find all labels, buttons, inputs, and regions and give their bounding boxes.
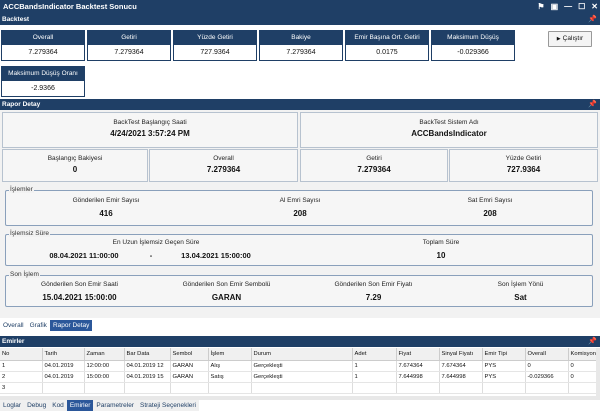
rapor-detay-header: Rapor Detay 📌 (0, 99, 600, 110)
orders-vertical-scrollbar[interactable] (596, 348, 600, 396)
tab-emirler[interactable]: Emirler (66, 400, 94, 411)
summary-overall: Overall 7.279364 (149, 149, 298, 182)
tab-strateji-secenekleri[interactable]: Strateji Seçenekleri (137, 400, 199, 411)
islemsiz-sure-group: İşlemsiz Süre En Uzun İşlemsiz Geçen Sür… (5, 230, 593, 266)
table-cell: 7.644998 (439, 371, 483, 383)
table-cell: 1 (352, 360, 397, 372)
column-header[interactable]: Fiyat (396, 348, 440, 361)
table-cell (208, 382, 252, 394)
table-cell (439, 382, 483, 394)
table-cell: Gerçekleşti (251, 360, 353, 372)
table-cell: 7.644998 (396, 371, 440, 383)
column-header[interactable]: Sembol (170, 348, 209, 361)
table-cell (170, 382, 209, 394)
report-tabs: Overall Grafik Rapor Detay (0, 320, 93, 331)
table-cell (396, 382, 440, 394)
backtest-header: Backtest 📌 (0, 14, 600, 25)
table-cell: GARAN (170, 360, 209, 372)
table-cell: 04.01.2019 15 (124, 371, 171, 383)
pin-icon[interactable]: 📌 (588, 336, 597, 347)
pin-icon[interactable]: 📌 (588, 14, 597, 25)
tab-kod[interactable]: Kod (49, 400, 67, 411)
table-cell: PYS (482, 371, 526, 383)
table-cell: 1 (352, 371, 397, 383)
table-cell: -0.029366 (525, 371, 569, 383)
run-button[interactable]: ▶ Çalıştır (548, 31, 592, 47)
table-row[interactable]: 1 04.01.2019 12:00:00 04.01.2019 12 GARA… (0, 360, 600, 372)
system-name-cell: BackTest Sistem Adı ACCBandsIndicator (300, 112, 598, 148)
bottom-tabs: Loglar Debug Kod Emirler Parametreler St… (0, 400, 199, 411)
column-header[interactable]: Tarih (42, 348, 85, 361)
column-header[interactable]: Adet (352, 348, 397, 361)
column-header[interactable]: Emir Tipi (482, 348, 526, 361)
table-cell (482, 382, 526, 394)
column-header[interactable]: Durum (251, 348, 353, 361)
summary-baslangic-bakiyesi: Başlangıç Bakiyesi 0 (2, 149, 148, 182)
table-cell: 0 (525, 360, 569, 372)
window-controls: ⚑ ▣ — ☐ ✕ (537, 0, 598, 14)
tab-loglar[interactable]: Loglar (0, 400, 24, 411)
table-cell (124, 382, 171, 394)
table-cell: 04.01.2019 (42, 371, 85, 383)
metric-maksimum-dusus-orani: Maksimum Düşüş Oranı -2.9366 (1, 66, 85, 97)
column-header[interactable]: Overall (525, 348, 569, 361)
tab-rapor-detay[interactable]: Rapor Detay (49, 320, 93, 331)
emirler-header: Emirler 📌 (0, 336, 600, 347)
play-icon: ▶ (556, 36, 561, 42)
column-header[interactable]: Sinyal Fiyatı (439, 348, 483, 361)
table-cell: 04.01.2019 (42, 360, 85, 372)
table-row[interactable]: 3 (0, 382, 600, 394)
table-cell: Gerçekleşti (251, 371, 353, 383)
metric-maksimum-dusus: Maksimum Düşüş -0.029366 (431, 30, 515, 61)
table-cell: 7.674364 (439, 360, 483, 372)
tab-debug[interactable]: Debug (24, 400, 49, 411)
table-cell (84, 382, 125, 394)
table-cell: GARAN (170, 371, 209, 383)
table-cell: Satış (208, 371, 252, 383)
summary-yuzde-getiri: Yüzde Getiri 727.9364 (449, 149, 598, 182)
tab-parametreler[interactable]: Parametreler (93, 400, 137, 411)
table-cell (352, 382, 397, 394)
minimize-icon[interactable]: — (564, 0, 572, 14)
metric-bakiye: Bakiye 7.279364 (259, 30, 343, 61)
column-header[interactable]: Zaman (84, 348, 125, 361)
tab-grafik[interactable]: Grafik (27, 320, 50, 331)
save-icon[interactable]: ▣ (551, 0, 559, 14)
table-cell: 04.01.2019 12 (124, 360, 171, 372)
islemler-group: İşlemler Gönderilen Emir Sayısı 416 Al E… (5, 186, 593, 226)
close-icon[interactable]: ✕ (591, 0, 598, 14)
dock-icon[interactable]: ⚑ (537, 0, 544, 14)
metric-getiri: Getiri 7.279364 (87, 30, 171, 61)
table-cell: 15:00:00 (84, 371, 125, 383)
start-time-cell: BackTest Başlangıç Saati 4/24/2021 3:57:… (2, 112, 298, 148)
tab-overall[interactable]: Overall (0, 320, 27, 331)
metric-overall: Overall 7.279364 (1, 30, 85, 61)
table-cell: 2 (0, 371, 43, 383)
table-cell (525, 382, 569, 394)
orders-table: No Tarih Zaman Bar Data Sembol İşlem Dur… (0, 348, 600, 394)
summary-getiri: Getiri 7.279364 (300, 149, 448, 182)
table-cell (251, 382, 353, 394)
table-cell (42, 382, 85, 394)
pin-icon[interactable]: 📌 (588, 99, 597, 110)
metric-yuzde-getiri: Yüzde Getiri 727.9364 (173, 30, 257, 61)
table-header-row: No Tarih Zaman Bar Data Sembol İşlem Dur… (0, 348, 600, 361)
window-title: ACCBandsIndicator Backtest Sonucu (3, 2, 137, 11)
column-header[interactable]: Bar Data (124, 348, 171, 361)
table-cell: Alış (208, 360, 252, 372)
table-cell: 1 (0, 360, 43, 372)
table-cell: PYS (482, 360, 526, 372)
metric-emir-basina-ort-getiri: Emir Başına Ort. Getiri 0.0175 (345, 30, 429, 61)
maximize-icon[interactable]: ☐ (578, 0, 585, 14)
table-cell: 12:00:00 (84, 360, 125, 372)
table-cell: 3 (0, 382, 43, 394)
son-islem-group: Son İşlem Gönderilen Son Emir Saati 15.0… (5, 271, 593, 307)
table-row[interactable]: 2 04.01.2019 15:00:00 04.01.2019 15 GARA… (0, 371, 600, 383)
table-cell: 7.674364 (396, 360, 440, 372)
window-titlebar: ACCBandsIndicator Backtest Sonucu ⚑ ▣ — … (0, 0, 600, 14)
column-header[interactable]: İşlem (208, 348, 252, 361)
column-header[interactable]: No (0, 348, 43, 361)
